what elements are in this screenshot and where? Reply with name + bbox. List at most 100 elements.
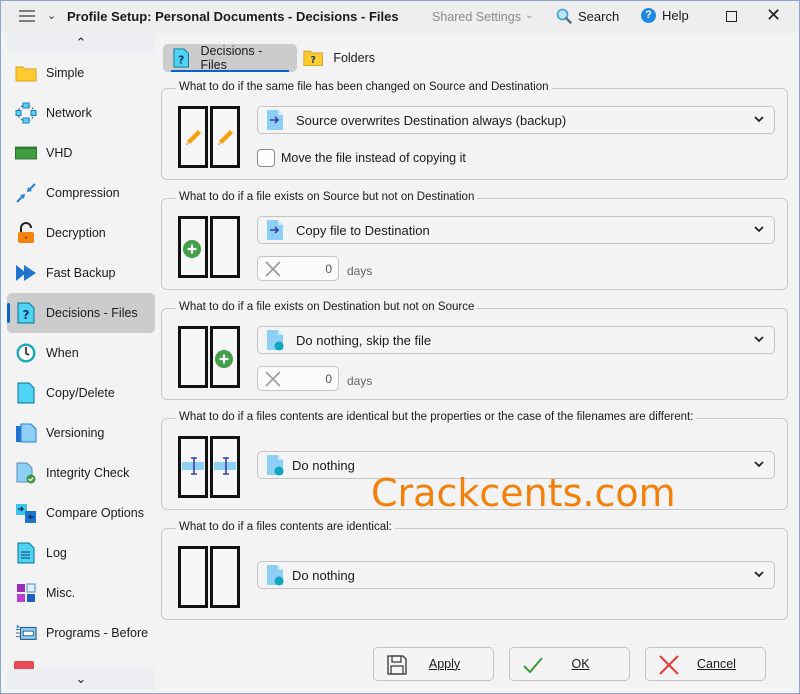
partially-hidden-item-icon — [14, 661, 34, 669]
document-check-icon — [15, 462, 37, 484]
chevron-down-icon[interactable]: ⌄ — [525, 10, 533, 21]
chevron-down-icon[interactable]: ⌄ — [47, 9, 56, 22]
sidebar-scroll-down-button[interactable]: ⌄ — [7, 669, 155, 689]
properties-differ-illustration — [178, 436, 240, 498]
ok-button[interactable]: OK — [509, 647, 630, 681]
sidebar-item-label: Network — [46, 106, 92, 120]
source-only-days-input[interactable]: 0 — [257, 256, 339, 281]
ok-label: OK — [571, 657, 590, 671]
folder-icon — [15, 62, 37, 84]
identical-illustration — [178, 546, 240, 608]
sidebar-item-copy-delete[interactable]: Copy/Delete — [7, 373, 155, 413]
destination-only-days-row: 0 days — [257, 366, 372, 391]
source-pane-icon — [178, 216, 208, 278]
destination-only-illustration — [178, 326, 240, 388]
sidebar-item-simple[interactable]: Simple — [7, 53, 155, 93]
checkbox-label: Move the file instead of copying it — [281, 151, 466, 165]
select-value: Copy file to Destination — [296, 222, 430, 238]
properties-differ-action-select[interactable]: Do nothing — [257, 451, 775, 479]
pencil-icon — [186, 130, 201, 145]
search-icon — [556, 8, 572, 24]
compress-arrows-icon — [15, 182, 37, 204]
sidebar-item-compression[interactable]: Compression — [7, 173, 155, 213]
sidebar-item-decryption[interactable]: Decryption — [7, 213, 155, 253]
select-value: Source overwrites Destination always (ba… — [296, 112, 567, 128]
select-value: Do nothing, skip the file — [296, 332, 432, 348]
sidebar-item-label: Compression — [46, 186, 120, 200]
sidebar-item-label: Copy/Delete — [46, 386, 115, 400]
window-title: Profile Setup: Personal Documents - Deci… — [67, 9, 399, 24]
destination-pane-icon — [210, 546, 240, 608]
cancel-label: Cancel — [697, 657, 736, 671]
sidebar-item-integrity-check[interactable]: Integrity Check — [7, 453, 155, 493]
sidebar-scroll-up-button[interactable]: ⌃ — [7, 33, 155, 53]
destination-pane-icon — [210, 106, 240, 168]
add-circle-icon — [183, 240, 201, 258]
profile-setup-window: ⌄ Profile Setup: Personal Documents - De… — [0, 0, 800, 694]
move-instead-of-copy-checkbox[interactable]: Move the file instead of copying it — [257, 149, 466, 167]
group-identical-properties-differ: What to do if a files contents are ident… — [161, 411, 788, 510]
tab-folders[interactable]: ? Folders — [297, 44, 387, 72]
destination-pane-icon — [210, 326, 240, 388]
sidebar-item-label: Programs - Before — [46, 626, 149, 640]
hamburger-menu-icon[interactable] — [19, 10, 35, 24]
file-question-icon: ? — [15, 302, 37, 324]
title-bar: ⌄ Profile Setup: Personal Documents - De… — [1, 1, 799, 33]
search-button[interactable]: Search — [556, 8, 619, 24]
sidebar-item-compare-options[interactable]: Compare Options — [7, 493, 155, 533]
sidebar-item-network[interactable]: Network — [7, 93, 155, 133]
changed-both-action-select[interactable]: Source overwrites Destination always (ba… — [257, 106, 775, 134]
group-legend: What to do if a files contents are ident… — [176, 411, 697, 423]
compare-documents-icon — [15, 502, 37, 524]
document-icon — [15, 382, 37, 404]
sidebar-item-label: Decryption — [46, 226, 106, 240]
source-only-action-select[interactable]: Copy file to Destination — [257, 216, 775, 244]
group-legend: What to do if a file exists on Destinati… — [176, 301, 478, 313]
identical-action-select[interactable]: Do nothing — [257, 561, 775, 589]
sidebar-item-label: Log — [46, 546, 67, 560]
destination-pane-icon — [210, 216, 240, 278]
chevron-down-icon — [754, 226, 764, 233]
vhd-drive-icon — [15, 142, 37, 164]
select-value: Do nothing — [292, 567, 355, 583]
source-pane-icon — [178, 546, 208, 608]
clock-icon — [15, 342, 37, 364]
destination-only-action-select[interactable]: Do nothing, skip the file — [257, 326, 775, 354]
source-pane-icon — [178, 106, 208, 168]
days-value: 0 — [325, 262, 332, 276]
days-label: days — [347, 263, 373, 278]
sidebar-item-when[interactable]: When — [7, 333, 155, 373]
source-only-illustration — [178, 216, 240, 278]
sidebar-item-log[interactable]: Log — [7, 533, 155, 573]
shared-settings-dropdown[interactable]: Shared Settings — [432, 10, 521, 24]
add-circle-icon — [215, 350, 233, 368]
misc-tiles-icon — [15, 582, 37, 604]
sidebar-item-fast-backup[interactable]: Fast Backup — [7, 253, 155, 293]
sidebar-item-label: Decisions - Files — [46, 306, 138, 320]
checkbox-box[interactable] — [257, 149, 275, 167]
sidebar-item-misc[interactable]: Misc. — [7, 573, 155, 613]
apply-label: Apply — [428, 657, 461, 671]
maximize-icon[interactable] — [726, 11, 737, 22]
chevron-down-icon — [754, 571, 764, 578]
apply-button[interactable]: Apply — [373, 647, 494, 681]
cancel-button[interactable]: Cancel — [645, 647, 766, 681]
tab-label: Decisions - Files — [200, 44, 263, 72]
sidebar-item-vhd[interactable]: VHD — [7, 133, 155, 173]
sidebar-item-decisions-files[interactable]: ? Decisions - Files — [7, 293, 155, 333]
help-button[interactable]: ? Help — [641, 8, 689, 23]
text-cursor-icon — [182, 457, 204, 475]
sidebar-item-label: Integrity Check — [46, 466, 130, 480]
search-label: Search — [578, 8, 620, 24]
file-skip-icon — [267, 565, 284, 586]
source-pane-icon — [178, 326, 208, 388]
folder-question-icon: ? — [303, 50, 323, 66]
group-destination-only: What to do if a file exists on Destinati… — [161, 301, 788, 400]
destination-only-days-input[interactable]: 0 — [257, 366, 339, 391]
source-only-days-row: 0 days — [257, 256, 372, 281]
sidebar-item-versioning[interactable]: Versioning — [7, 413, 155, 453]
close-icon[interactable]: ✕ — [766, 5, 781, 26]
tab-decisions-files[interactable]: ? Decisions - Files — [163, 44, 297, 72]
group-source-only: What to do if a file exists on Source bu… — [161, 191, 788, 290]
sidebar-item-programs-before[interactable]: Programs - Before — [7, 613, 155, 653]
